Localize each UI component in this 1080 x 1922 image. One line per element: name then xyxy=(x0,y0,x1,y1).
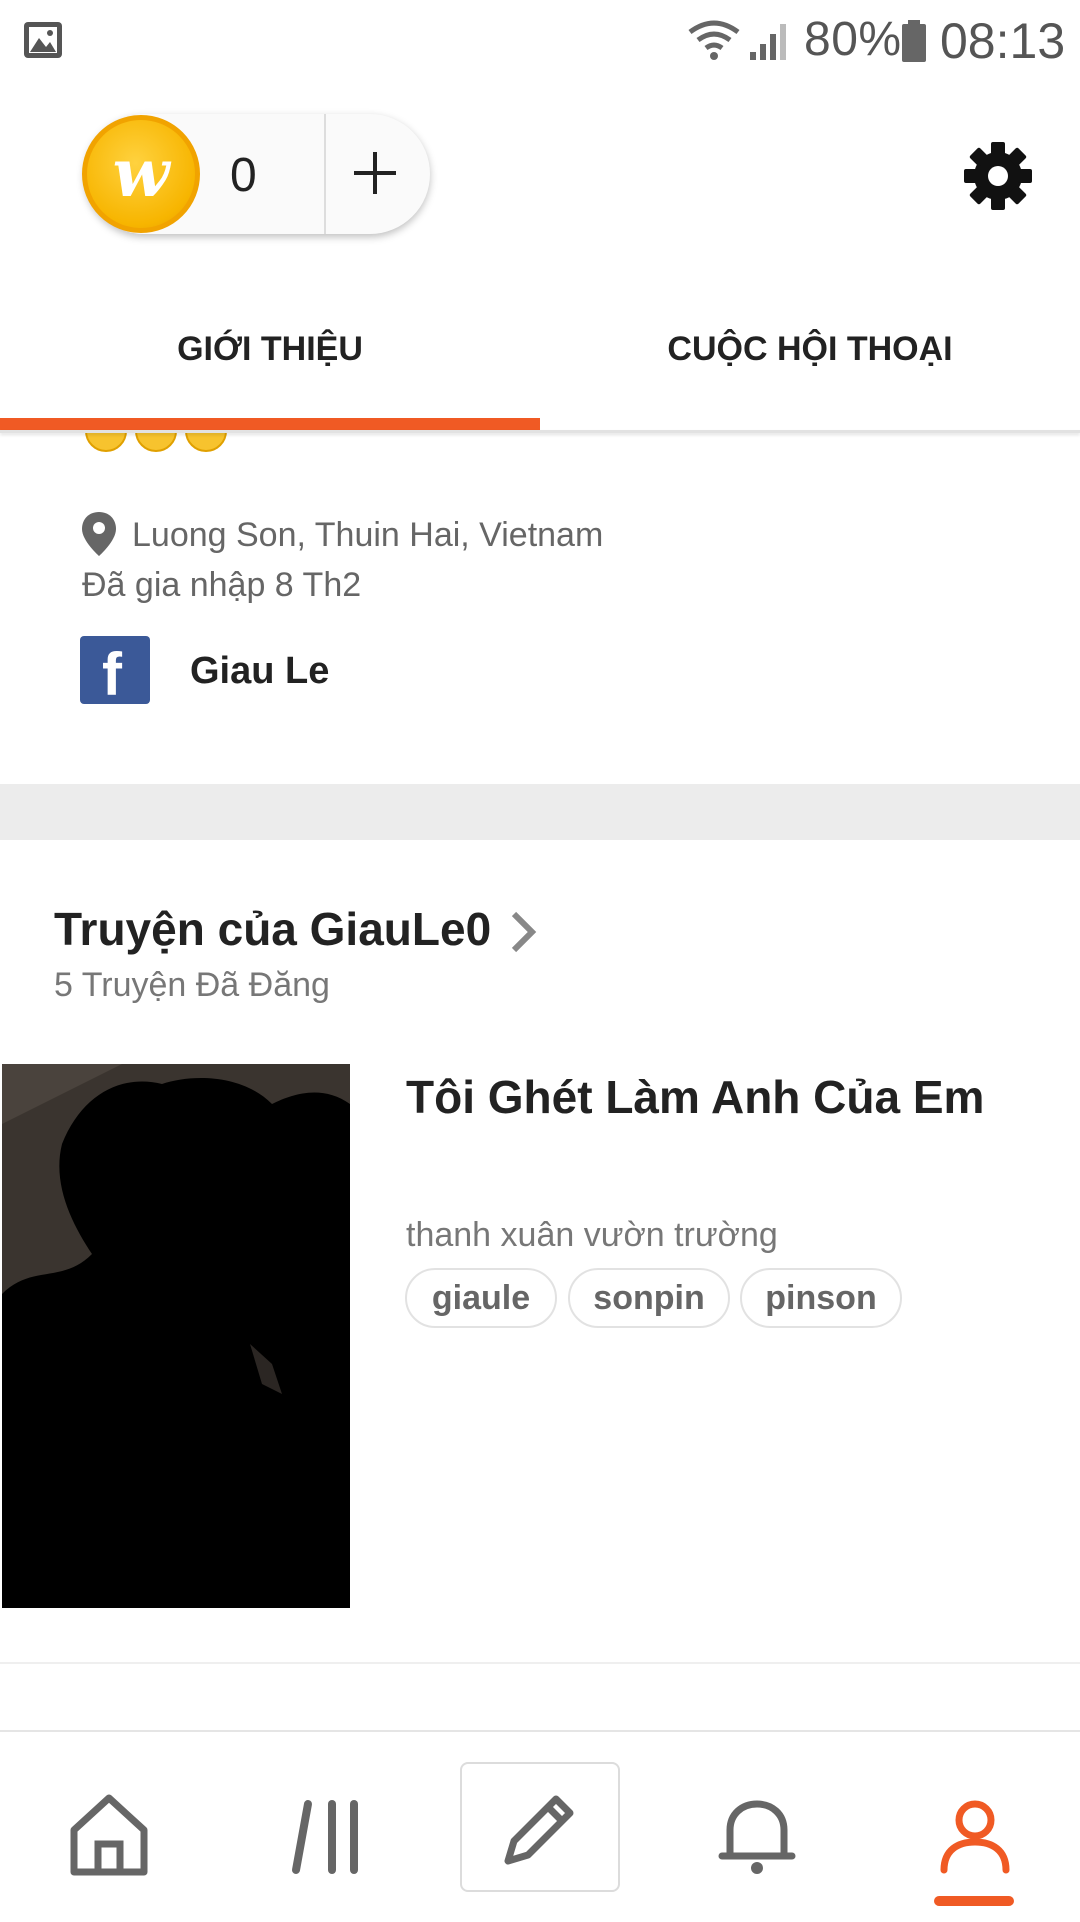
joined-date: Đã gia nhập 8 Th2 xyxy=(82,566,362,604)
tab-divider xyxy=(0,430,1080,433)
write-pencil-icon[interactable] xyxy=(494,1785,584,1875)
signal-icon xyxy=(750,24,786,60)
battery-icon xyxy=(902,20,926,62)
notifications-bell-icon[interactable] xyxy=(712,1790,802,1880)
story-tag[interactable]: giaule xyxy=(405,1268,557,1328)
section-separator xyxy=(0,784,1080,840)
facebook-icon[interactable]: f xyxy=(80,636,150,708)
add-coins-button[interactable] xyxy=(350,148,400,198)
coin-divider xyxy=(324,114,326,234)
story-cover-image[interactable] xyxy=(2,1064,350,1608)
active-nav-indicator xyxy=(934,1896,1014,1906)
chevron-right-icon[interactable] xyxy=(508,910,538,954)
story-tag[interactable]: pinson xyxy=(740,1268,902,1328)
stories-count: 5 Truyện Đã Đăng xyxy=(54,966,330,1004)
settings-gear-icon[interactable] xyxy=(960,138,1036,214)
location-text: Luong Son, Thuin Hai, Vietnam xyxy=(132,516,604,554)
battery-percentage: 80% xyxy=(804,13,902,66)
home-icon[interactable] xyxy=(64,1790,154,1880)
coin-symbol: w xyxy=(112,134,170,212)
clock: 08:13 xyxy=(940,13,1066,69)
tab-conversations[interactable]: CUỘC HỘI THOẠI xyxy=(540,330,1080,369)
coin-icon: w xyxy=(82,115,200,233)
list-divider xyxy=(0,1662,1080,1664)
tab-about[interactable]: GIỚI THIỆU xyxy=(0,330,540,369)
wifi-icon xyxy=(688,20,740,60)
status-bar: 80% 08:13 xyxy=(0,0,1080,84)
story-title[interactable]: Tôi Ghét Làm Anh Của Em xyxy=(406,1070,984,1124)
story-genre: thanh xuân vườn trường xyxy=(406,1216,778,1254)
location-pin-icon xyxy=(82,512,116,556)
coin-count: 0 xyxy=(230,149,257,202)
profile-icon[interactable] xyxy=(930,1790,1020,1880)
stories-heading[interactable]: Truyện của GiauLe0 xyxy=(54,902,491,956)
facebook-name[interactable]: Giau Le xyxy=(190,650,329,693)
active-tab-indicator xyxy=(0,418,540,430)
library-icon[interactable] xyxy=(282,1790,372,1880)
gallery-icon xyxy=(24,22,62,58)
story-tag[interactable]: sonpin xyxy=(568,1268,730,1328)
